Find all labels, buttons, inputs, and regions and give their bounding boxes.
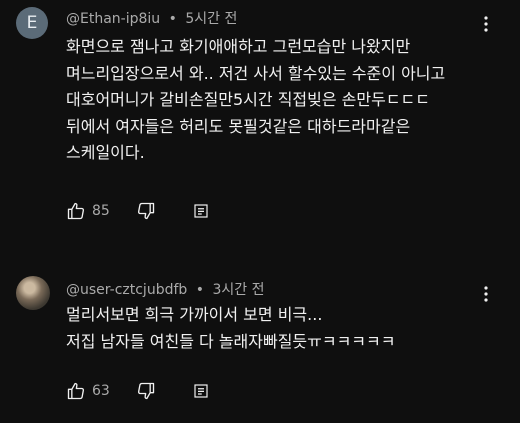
comment-author[interactable]: @user-cztcjubdfb — [66, 282, 187, 298]
comment-line: 대호어머니가 갈비손질만5시간 직접빚은 손만두ㄷㄷㄷ — [66, 90, 430, 109]
comment-header: @Ethan-ip8iu • 5시간 전 — [66, 8, 237, 28]
comment-line: 화면으로 잼나고 화기애애하고 그런모습만 나왔지만 — [66, 37, 411, 56]
reply-button[interactable] — [192, 202, 210, 220]
comment-line: 스케일이다. — [66, 143, 145, 162]
thumb-up-icon — [67, 202, 85, 220]
reply-button[interactable] — [192, 382, 210, 400]
reply-icon — [194, 204, 208, 218]
separator-dot: • — [168, 11, 177, 27]
dislike-button[interactable] — [136, 201, 156, 221]
more-vertical-icon — [484, 16, 488, 32]
comment-actions: 63 — [66, 379, 210, 403]
avatar[interactable]: E — [16, 7, 48, 39]
separator-dot: • — [195, 282, 204, 298]
like-button[interactable]: 85 — [66, 201, 110, 221]
comment-actions: 85 — [66, 199, 210, 223]
comment-header: @user-cztcjubdfb • 3시간 전 — [66, 279, 264, 299]
comment-thread-item: E @Ethan-ip8iu • 5시간 전 화면으로 잼나고 화기애애하고 그… — [0, 0, 520, 245]
like-count: 85 — [92, 203, 110, 219]
like-button[interactable]: 63 — [66, 381, 110, 401]
comment-time[interactable]: 3시간 전 — [212, 282, 264, 298]
comment-line: 뒤에서 여자들은 허리도 못필것같은 대하드라마같은 — [66, 116, 411, 136]
thumb-down-icon — [137, 202, 154, 220]
like-count: 63 — [92, 383, 110, 399]
avatar[interactable] — [16, 276, 50, 310]
more-vertical-icon — [484, 286, 488, 302]
more-options-button[interactable] — [476, 14, 496, 34]
comment-line: 저집 남자들 여친들 다 놀래자빠질듯ㅠㅋㅋㅋㅋㅋ — [66, 331, 396, 351]
comment-line: 멀리서보면 희극 가까이서 보면 비극... — [66, 305, 323, 324]
comment-time[interactable]: 5시간 전 — [185, 11, 237, 27]
comment-text: 화면으로 잼나고 화기애애하고 그런모습만 나왔지만며느리입장으로서 와.. 저… — [66, 34, 445, 167]
thumb-down-icon — [137, 382, 154, 400]
avatar-letter: E — [26, 13, 38, 33]
comment-text: 멀리서보면 희극 가까이서 보면 비극... 저집 남자들 여친들 다 놀래자빠질… — [66, 302, 395, 355]
comment-line: 며느리입장으로서 와.. 저건 사서 할수있는 수준이 아니고 — [66, 63, 446, 83]
comment-author[interactable]: @Ethan-ip8iu — [66, 11, 160, 27]
dislike-button[interactable] — [136, 381, 156, 401]
thumb-up-icon — [67, 382, 85, 400]
reply-icon — [194, 384, 208, 398]
more-options-button[interactable] — [476, 284, 496, 304]
